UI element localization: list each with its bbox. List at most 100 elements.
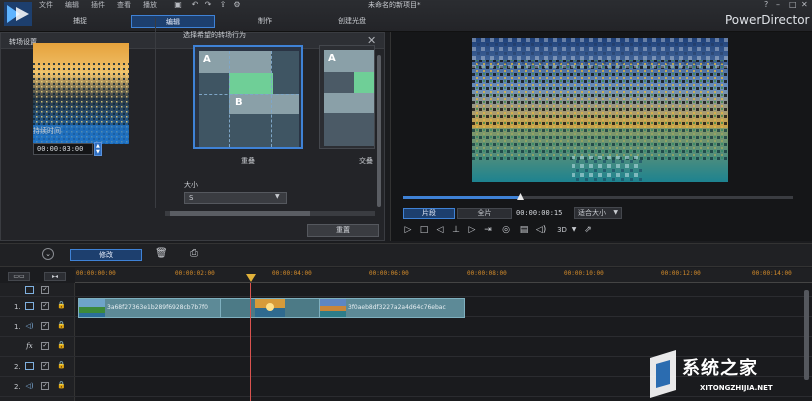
fx-track-icon: fx bbox=[26, 342, 33, 350]
panel-divider bbox=[155, 18, 156, 208]
menu-plugins[interactable]: 插件 bbox=[91, 0, 105, 9]
help-icon[interactable]: ? bbox=[764, 0, 768, 9]
redo-icon[interactable]: ↷ bbox=[203, 0, 213, 9]
subtitle-icon[interactable]: ▤ bbox=[518, 224, 530, 236]
track-manager-button[interactable]: ▭▭ bbox=[8, 272, 30, 281]
save-icon[interactable]: ▣ bbox=[173, 0, 183, 9]
track-enable-checkbox[interactable]: ✓ bbox=[41, 382, 49, 390]
alt-block-a: A bbox=[324, 50, 374, 72]
fit-size-select[interactable]: 适合大小 ▼ bbox=[574, 207, 622, 219]
timeline-playhead[interactable] bbox=[250, 283, 251, 401]
option-alternate-label: 交叠 bbox=[359, 157, 373, 165]
preview-video-frame bbox=[472, 38, 728, 182]
fit-size-value: 适合大小 bbox=[578, 209, 606, 217]
fast-forward-icon[interactable]: ⇥ bbox=[482, 224, 494, 236]
alt-block-a-label: A bbox=[328, 53, 336, 64]
track-enable-checkbox[interactable]: ✓ bbox=[41, 286, 49, 294]
watermark-url: XITONGZHIJIA.NET bbox=[700, 384, 773, 392]
alternate-diagram: A bbox=[324, 50, 374, 146]
track-number: 2. bbox=[14, 363, 21, 371]
duration-spinner[interactable]: ▲ ▼ bbox=[94, 142, 102, 156]
menu-file[interactable]: 文件 bbox=[39, 0, 53, 9]
track-row-audio-1: 1. ◁) ✓ 🔒 bbox=[0, 317, 812, 337]
trash-icon[interactable]: 🗑 bbox=[155, 248, 168, 259]
expand-toggle-icon[interactable]: ⌄ bbox=[42, 248, 54, 260]
guide-line-right bbox=[271, 51, 272, 147]
ruler-tick: 00:00:14:00 bbox=[752, 270, 792, 277]
mark-in-icon[interactable]: ⊥ bbox=[450, 224, 462, 236]
ruler-tick: 00:00:08:00 bbox=[467, 270, 507, 277]
3d-dropdown-icon[interactable]: ▼ bbox=[568, 224, 580, 236]
export-icon[interactable]: ⎙ bbox=[190, 248, 198, 259]
undo-icon[interactable]: ↶ bbox=[190, 0, 200, 9]
spin-down-icon[interactable]: ▼ bbox=[96, 149, 100, 155]
lock-icon[interactable]: 🔒 bbox=[57, 381, 66, 389]
video-track-icon bbox=[25, 286, 34, 294]
track-row-master: ✓ bbox=[0, 283, 812, 297]
gear-icon[interactable]: ⚙ bbox=[232, 0, 242, 9]
play-icon[interactable]: ▷ bbox=[402, 224, 414, 236]
reset-button[interactable]: 重置 bbox=[307, 224, 379, 237]
guide-line-mid bbox=[199, 94, 299, 95]
chevron-down-icon[interactable]: ▼ bbox=[275, 193, 280, 200]
track-number: 2. bbox=[14, 383, 21, 391]
duration-input[interactable]: 00:00:03:00 bbox=[33, 143, 93, 155]
playback-progress bbox=[403, 196, 520, 199]
clip-thumbnail bbox=[79, 299, 105, 317]
track-enable-checkbox[interactable]: ✓ bbox=[41, 362, 49, 370]
ruler-tick: 00:00:10:00 bbox=[564, 270, 604, 277]
volume-icon[interactable]: ◁) bbox=[535, 224, 547, 236]
menu-edit[interactable]: 编辑 bbox=[65, 0, 79, 9]
duration-label: 持续时间 bbox=[33, 127, 61, 135]
export-small-icon[interactable]: ⇪ bbox=[218, 0, 228, 9]
audio-track-icon: ◁) bbox=[25, 382, 34, 390]
maximize-icon[interactable]: □ bbox=[789, 0, 797, 9]
behavior-label: 选择希望的转场行为 bbox=[183, 31, 246, 39]
video-track-icon bbox=[25, 302, 34, 310]
alt-block-b bbox=[324, 93, 374, 113]
track-enable-checkbox[interactable]: ✓ bbox=[41, 342, 49, 350]
snapshot-icon[interactable]: ◎ bbox=[500, 224, 512, 236]
option-overlap-label: 重叠 bbox=[241, 157, 255, 165]
track-enable-checkbox[interactable]: ✓ bbox=[41, 302, 49, 310]
transition-option-overlap[interactable]: A B bbox=[193, 45, 303, 149]
overlap-diagram: A B bbox=[199, 51, 299, 147]
lock-icon[interactable]: 🔒 bbox=[57, 341, 66, 349]
transition-option-alternate[interactable]: A bbox=[319, 45, 375, 149]
transition-thumbnail bbox=[255, 299, 285, 317]
ruler-tick: 00:00:12:00 bbox=[661, 270, 701, 277]
minimize-icon[interactable]: – bbox=[776, 0, 780, 9]
track-enable-checkbox[interactable]: ✓ bbox=[41, 322, 49, 330]
window-title: 未命名的新项目* bbox=[368, 1, 421, 9]
clip-name: 3f0aeb8df3227a2a4d64c76ebac bbox=[348, 304, 446, 311]
size-select[interactable]: S bbox=[184, 192, 287, 204]
close-icon[interactable]: ✕ bbox=[801, 0, 808, 9]
guide-line-left bbox=[229, 51, 230, 147]
menu-play[interactable]: 播放 bbox=[143, 0, 157, 9]
block-a-label: A bbox=[203, 54, 211, 65]
fit-timeline-button[interactable]: ▸◂ bbox=[44, 272, 66, 281]
track-number: 1. bbox=[14, 323, 21, 331]
lock-icon[interactable]: 🔒 bbox=[57, 361, 66, 369]
lock-icon[interactable]: 🔒 bbox=[57, 301, 66, 309]
tab-produce[interactable]: 制作 bbox=[235, 15, 295, 28]
panel-vertical-scrollbar[interactable] bbox=[377, 55, 381, 207]
next-frame-icon[interactable]: ▷ bbox=[466, 224, 478, 236]
overlap-zone bbox=[229, 73, 273, 94]
prev-frame-icon[interactable]: ◁ bbox=[434, 224, 446, 236]
tab-edit[interactable]: 编辑 bbox=[131, 15, 215, 28]
stop-icon[interactable]: □ bbox=[418, 224, 430, 236]
ruler-tick: 00:00:04:00 bbox=[272, 270, 312, 277]
tab-create-disc[interactable]: 创建光盘 bbox=[322, 15, 382, 28]
tab-capture[interactable]: 捕捉 bbox=[50, 15, 110, 28]
undock-icon[interactable]: ⇗ bbox=[582, 224, 594, 236]
movie-mode-button[interactable]: 全片 bbox=[457, 208, 512, 219]
panel-horizontal-scroll-thumb[interactable] bbox=[170, 211, 310, 216]
modify-button[interactable]: 修改 bbox=[70, 249, 142, 261]
size-label: 大小 bbox=[184, 181, 198, 189]
lock-icon[interactable]: 🔒 bbox=[57, 321, 66, 329]
clip-mode-button[interactable]: 片段 bbox=[403, 208, 455, 219]
player-timecode: 00:00:00:15 bbox=[516, 209, 563, 217]
powerdirector-logo bbox=[4, 2, 32, 26]
menu-view[interactable]: 查看 bbox=[117, 0, 131, 9]
